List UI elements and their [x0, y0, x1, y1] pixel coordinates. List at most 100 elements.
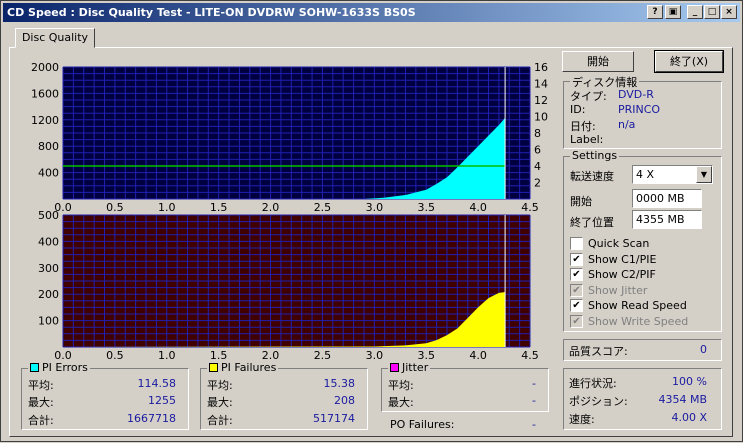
checkbox-label: Show Read Speed	[588, 299, 687, 312]
jitter-max-label: 最大:	[388, 396, 414, 409]
checkbox-show-c2-pif[interactable]: ✔	[570, 268, 583, 281]
end-pos-label: 終了位置	[570, 216, 614, 229]
date-value: n/a	[618, 118, 636, 131]
pi-errors-chart: 0.0 0.5 1.0 1.5 2.0 2.5 3.0 3.5 4.0 4.54008001200…	[31, 61, 548, 214]
date-label: 日付:	[570, 120, 596, 133]
jitter-title: Jitter	[402, 361, 429, 374]
x-tick-label: 4.0	[469, 349, 487, 362]
y2-tick-label: 4	[534, 160, 541, 173]
chevron-down-icon[interactable]: ▼	[696, 166, 712, 183]
label-label: Label:	[570, 133, 604, 146]
pi-failures-avg-label: 平均:	[207, 379, 233, 392]
y2-tick-label: 16	[534, 61, 548, 74]
y-tick-label: 1200	[31, 114, 59, 127]
speed-select[interactable]: 4 X ▼	[632, 165, 713, 184]
position-label: ポジション:	[569, 395, 628, 408]
read-speed-label: 速度:	[569, 413, 595, 426]
pi-failures-swatch	[209, 363, 218, 372]
x-tick-label: 0.5	[106, 349, 124, 362]
x-tick-label: 1.5	[210, 201, 228, 214]
speed-label: 転送速度	[570, 170, 614, 183]
id-value: PRINCO	[618, 103, 661, 116]
read-speed-value: 4.00 X	[671, 411, 707, 424]
start-pos-label: 開始	[570, 195, 592, 208]
pi-failures-total-value: 517174	[313, 412, 355, 425]
y-tick-label: 100	[38, 315, 59, 328]
y2-tick-label: 8	[534, 127, 541, 140]
checkbox-show-c1-pie[interactable]: ✔	[570, 252, 583, 266]
pi-errors-total-label: 合計:	[28, 414, 54, 427]
quality-score-box: 品質スコア: 0	[563, 339, 722, 361]
y-tick-label: 400	[38, 235, 59, 248]
disc-info-group: ディスク情報 タイプ: DVD-R ID: PRINCO 日付: n/a Lab…	[563, 74, 722, 149]
y-tick-label: 300	[38, 262, 59, 275]
pi-failures-max-label: 最大:	[207, 396, 233, 409]
checkbox-show-jitter: ✔	[570, 283, 583, 297]
jitter-avg-value: -	[532, 377, 536, 390]
checkbox-label: Show C2/PIF	[588, 268, 656, 281]
y2-tick-label: 12	[534, 94, 548, 107]
pi-failures-title: PI Failures	[221, 361, 277, 374]
settings-group: Settings 転送速度 4 X ▼ 開始 0000 MB 終了位置 4355…	[563, 149, 722, 332]
pi-failures-group: PI Failures 平均: 15.38 最大: 208 合計: 517174	[200, 361, 368, 430]
y2-tick-label: 6	[534, 144, 541, 157]
x-tick-label: 2.5	[314, 201, 332, 214]
x-tick-label: 3.0	[366, 201, 384, 214]
pi-errors-title-wrap: PI Errors	[28, 361, 90, 374]
pi-errors-max-label: 最大:	[28, 396, 54, 409]
checkbox-label: Quick Scan	[588, 237, 650, 250]
checkbox-label: Show Jitter	[588, 283, 648, 297]
x-tick-label: 3.0	[366, 349, 384, 362]
pi-errors-max-value: 1255	[148, 394, 176, 407]
pi-errors-avg-value: 114.58	[137, 377, 177, 390]
start-pos-input[interactable]: 0000 MB	[632, 189, 702, 208]
y-tick-label: 2000	[31, 61, 59, 74]
x-tick-label: 4.0	[469, 201, 487, 214]
speed-select-value: 4 X	[636, 168, 655, 181]
pi-errors-total-value: 1667718	[127, 412, 176, 425]
checkbox-show-write-speed: ✔	[570, 314, 583, 328]
y-tick-label: 800	[38, 140, 59, 153]
y-tick-label: 1600	[31, 87, 59, 100]
pi-failures-total-label: 合計:	[207, 414, 233, 427]
pi-failures-avg-value: 15.38	[323, 377, 356, 390]
exit-button[interactable]: 終了(X)	[654, 50, 724, 73]
pi-errors-swatch	[30, 363, 39, 372]
progress-value: 100 %	[672, 375, 707, 388]
type-value: DVD-R	[618, 88, 654, 101]
pi-failures-chart: 0.0 0.5 1.0 1.5 2.0 2.5 3.0 3.5 4.0 4.51002003004…	[38, 209, 539, 362]
position-value: 4354 MB	[658, 393, 707, 406]
x-tick-label: 0.5	[106, 201, 124, 214]
end-pos-input[interactable]: 4355 MB	[632, 210, 702, 229]
pi-errors-group: PI Errors 平均: 114.58 最大: 1255 合計: 166771…	[21, 361, 189, 430]
x-tick-label: 4.5	[521, 201, 539, 214]
po-failures-label: PO Failures:	[390, 418, 455, 431]
settings-title: Settings	[570, 149, 620, 162]
pi-errors-avg-label: 平均:	[28, 379, 54, 392]
x-tick-label: 1.0	[158, 201, 176, 214]
jitter-title-wrap: Jitter	[388, 361, 431, 374]
pi-errors-title: PI Errors	[42, 361, 88, 374]
x-tick-label: 1.0	[158, 349, 176, 362]
y-tick-label: 200	[38, 288, 59, 301]
y2-tick-label: 10	[534, 111, 548, 124]
checkbox-label: Show C1/PIE	[588, 252, 657, 266]
checkbox-show-read-speed[interactable]: ✔	[570, 299, 583, 312]
start-button[interactable]: 開始	[562, 51, 634, 72]
x-tick-label: 2.0	[262, 201, 280, 214]
jitter-max-value: -	[532, 394, 536, 407]
jitter-group: Jitter 平均: - 最大: -	[381, 361, 549, 412]
x-tick-label: 2.5	[314, 349, 332, 362]
app-window: CD Speed : Disc Quality Test - LITE-ON D…	[0, 0, 743, 442]
y2-tick-label: 14	[534, 78, 548, 91]
jitter-swatch	[390, 363, 399, 372]
po-failures-value: -	[532, 418, 536, 431]
checkbox-label: Show Write Speed	[588, 314, 689, 328]
pi-failures-max-value: 208	[334, 394, 355, 407]
checkbox-quick-scan[interactable]	[570, 237, 583, 250]
y2-tick-label: 2	[534, 177, 541, 190]
progress-label: 進行状況:	[569, 377, 617, 390]
pi-failures-title-wrap: PI Failures	[207, 361, 279, 374]
type-label: タイプ:	[570, 90, 607, 103]
quality-score-label: 品質スコア:	[569, 345, 628, 358]
